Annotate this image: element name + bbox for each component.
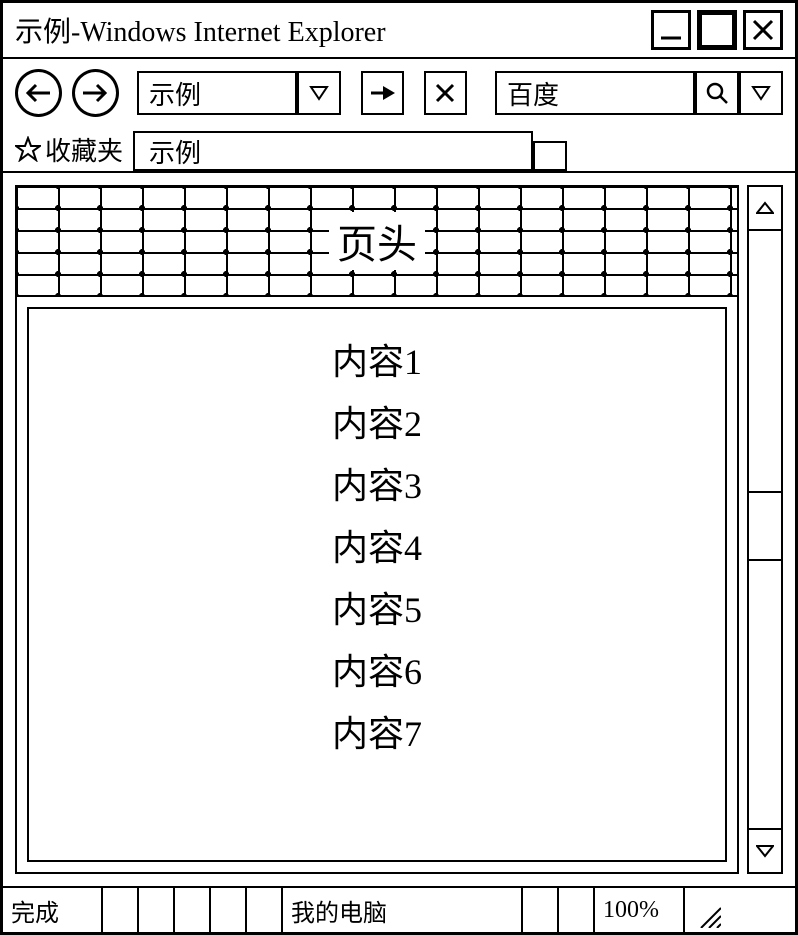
vertical-scrollbar[interactable]: [747, 185, 783, 874]
tab-active[interactable]: 示例: [133, 131, 533, 171]
page-header: 页头: [17, 187, 737, 297]
chevron-down-icon: [751, 85, 771, 101]
title-bar: 示例-Windows Internet Explorer: [3, 3, 795, 59]
x-icon: [434, 82, 456, 104]
favorites-label: 收藏夹: [45, 131, 123, 168]
address-input[interactable]: 示例: [137, 71, 297, 115]
status-location: 我的电脑: [283, 888, 523, 932]
window-controls: [651, 10, 783, 50]
back-button[interactable]: [15, 69, 62, 117]
page-header-label: 页头: [329, 212, 425, 270]
favorites-row: 收藏夹 示例: [3, 127, 795, 171]
search-input[interactable]: 百度: [495, 71, 695, 115]
search-icon: [705, 81, 729, 105]
close-button[interactable]: [743, 10, 783, 50]
status-pane: [523, 888, 559, 932]
navigation-toolbar: 示例 百度: [3, 59, 795, 127]
status-pane: [175, 888, 211, 932]
page-body: 内容1 内容2 内容3 内容4 内容5 内容6 内容7: [27, 307, 727, 862]
scroll-track[interactable]: [749, 231, 781, 828]
arrow-right-icon: [81, 83, 109, 103]
scroll-down-button[interactable]: [749, 828, 781, 872]
zoom-level[interactable]: 100%: [595, 888, 685, 932]
content-item: 内容7: [332, 705, 422, 757]
chevron-down-icon: [309, 85, 329, 101]
content-item: 内容4: [332, 519, 422, 571]
search-dropdown-button[interactable]: [739, 71, 783, 115]
forward-button[interactable]: [72, 69, 119, 117]
search-button[interactable]: [695, 71, 739, 115]
content-row: 页头 内容1 内容2 内容3 内容4 内容5 内容6 内容7: [3, 171, 795, 888]
tab-strip: 示例: [133, 127, 783, 171]
close-icon: [751, 18, 775, 42]
go-arrow-icon: [369, 84, 395, 102]
status-pane: [559, 888, 595, 932]
status-pane: [247, 888, 283, 932]
content-item: 内容2: [332, 395, 422, 447]
chevron-up-icon: [756, 201, 774, 215]
browser-window: 示例-Windows Internet Explorer 示例: [0, 0, 798, 935]
search-group: 百度: [495, 71, 783, 115]
stop-button[interactable]: [424, 71, 467, 115]
status-pane: [211, 888, 247, 932]
arrow-left-icon: [24, 83, 52, 103]
resize-grip[interactable]: [685, 888, 725, 932]
favorites-button[interactable]: 收藏夹: [15, 127, 123, 171]
status-text: 完成: [3, 888, 103, 932]
minimize-icon: [659, 18, 683, 42]
maximize-button[interactable]: [697, 10, 737, 50]
content-item: 内容6: [332, 643, 422, 695]
address-dropdown-button[interactable]: [297, 71, 341, 115]
new-tab-button[interactable]: [533, 141, 567, 171]
content-item: 内容1: [332, 333, 422, 385]
minimize-button[interactable]: [651, 10, 691, 50]
window-title: 示例-Windows Internet Explorer: [15, 10, 386, 50]
status-pane: [139, 888, 175, 932]
content-item: 内容5: [332, 581, 422, 633]
chevron-down-icon: [756, 844, 774, 858]
resize-grip-icon: [695, 902, 721, 928]
content-item: 内容3: [332, 457, 422, 509]
scroll-thumb[interactable]: [749, 491, 781, 561]
scroll-up-button[interactable]: [749, 187, 781, 231]
status-pane: [103, 888, 139, 932]
address-group: 示例: [137, 71, 341, 115]
status-bar: 完成 我的电脑 100%: [3, 888, 795, 932]
page: 页头 内容1 内容2 内容3 内容4 内容5 内容6 内容7: [15, 185, 739, 874]
star-icon: [15, 136, 41, 162]
go-button[interactable]: [361, 71, 404, 115]
